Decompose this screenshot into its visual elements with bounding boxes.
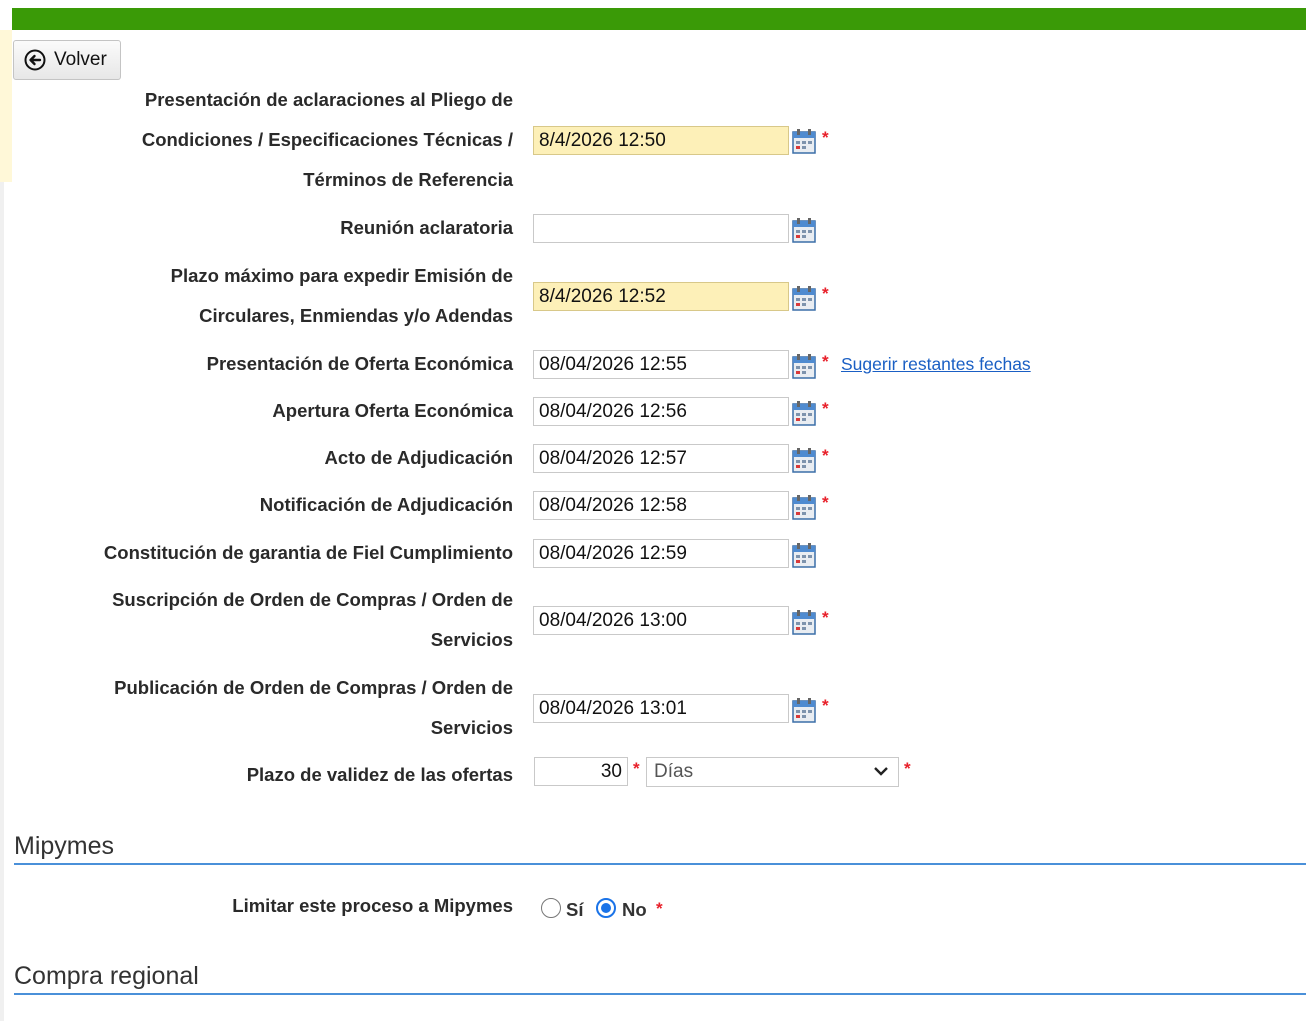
date-input-suscripcion-orden[interactable]: 08/04/2026 13:00 xyxy=(533,606,789,635)
label-apertura-oferta: Apertura Oferta Económica xyxy=(272,400,513,421)
header-bar xyxy=(12,8,1306,30)
required-marker: * xyxy=(822,128,829,147)
calendar-icon[interactable] xyxy=(792,217,816,243)
radio-no[interactable] xyxy=(596,898,616,918)
section-title-mipymes: Mipymes xyxy=(14,832,1306,865)
required-marker: * xyxy=(822,608,829,627)
label-publicacion-orden: Publicación de Orden de Compras / Orden … xyxy=(114,677,513,738)
label-presentacion-aclaraciones: Presentación de aclaraciones al Pliego d… xyxy=(141,89,513,190)
back-button-label: Volver xyxy=(54,49,107,70)
suggest-dates-link[interactable]: Sugerir restantes fechas xyxy=(841,354,1031,375)
required-marker: * xyxy=(656,899,663,918)
back-button[interactable]: Volver xyxy=(13,40,121,80)
date-input-garantia-fiel-cumplimiento[interactable]: 08/04/2026 12:59 xyxy=(533,539,789,568)
date-input-apertura-oferta[interactable]: 08/04/2026 12:56 xyxy=(533,397,789,426)
required-marker: * xyxy=(822,352,829,371)
date-input-reunion-aclaratoria[interactable] xyxy=(533,214,789,243)
label-limitar-mipymes: Limitar este proceso a Mipymes xyxy=(232,895,513,916)
calendar-icon[interactable] xyxy=(792,609,816,635)
left-highlight-strip xyxy=(0,30,12,182)
left-border-strip xyxy=(0,182,4,1021)
chevron-down-icon xyxy=(874,767,888,776)
arrow-left-circle-icon xyxy=(24,49,46,71)
radio-no-label: No xyxy=(622,899,647,920)
section-title-compra-regional: Compra regional xyxy=(14,962,1306,995)
validity-unit-select[interactable]: Días xyxy=(646,757,899,787)
date-input-plazo-maximo-circulares[interactable]: 8/4/2026 12:52 xyxy=(533,282,789,311)
date-input-publicacion-orden[interactable]: 08/04/2026 13:01 xyxy=(533,694,789,723)
label-reunion-aclaratoria: Reunión aclaratoria xyxy=(340,217,513,238)
required-marker: * xyxy=(822,446,829,465)
calendar-icon[interactable] xyxy=(792,697,816,723)
required-marker: * xyxy=(822,696,829,715)
label-garantia-fiel-cumplimiento: Constitución de garantia de Fiel Cumplim… xyxy=(103,542,513,563)
label-acto-adjudicacion: Acto de Adjudicación xyxy=(324,447,513,468)
calendar-icon[interactable] xyxy=(792,353,816,379)
radio-si-label: Sí xyxy=(566,899,584,920)
required-marker: * xyxy=(904,759,911,778)
required-marker: * xyxy=(822,284,829,303)
label-plazo-validez: Plazo de validez de las ofertas xyxy=(246,764,513,785)
label-presentacion-oferta: Presentación de Oferta Económica xyxy=(206,353,513,374)
calendar-icon[interactable] xyxy=(792,447,816,473)
label-suscripcion-orden: Suscripción de Orden de Compras / Orden … xyxy=(112,589,513,650)
calendar-icon[interactable] xyxy=(792,542,816,568)
label-notificacion-adjudicacion: Notificación de Adjudicación xyxy=(259,494,513,515)
date-input-presentacion-oferta[interactable]: 08/04/2026 12:55 xyxy=(533,350,789,379)
required-marker: * xyxy=(633,759,640,778)
validity-unit-value: Días xyxy=(654,761,694,782)
validity-number-input[interactable]: 30 xyxy=(534,757,628,786)
calendar-icon[interactable] xyxy=(792,400,816,426)
label-plazo-maximo-circulares: Plazo máximo para expedir Emisión de Circ… xyxy=(170,265,513,326)
date-input-notificacion-adjudicacion[interactable]: 08/04/2026 12:58 xyxy=(533,491,789,520)
calendar-icon[interactable] xyxy=(792,494,816,520)
date-input-acto-adjudicacion[interactable]: 08/04/2026 12:57 xyxy=(533,444,789,473)
required-marker: * xyxy=(822,493,829,512)
radio-si[interactable] xyxy=(541,898,561,918)
required-marker: * xyxy=(822,399,829,418)
date-input-presentacion-aclaraciones[interactable]: 8/4/2026 12:50 xyxy=(533,126,789,155)
calendar-icon[interactable] xyxy=(792,285,816,311)
calendar-icon[interactable] xyxy=(792,128,816,154)
